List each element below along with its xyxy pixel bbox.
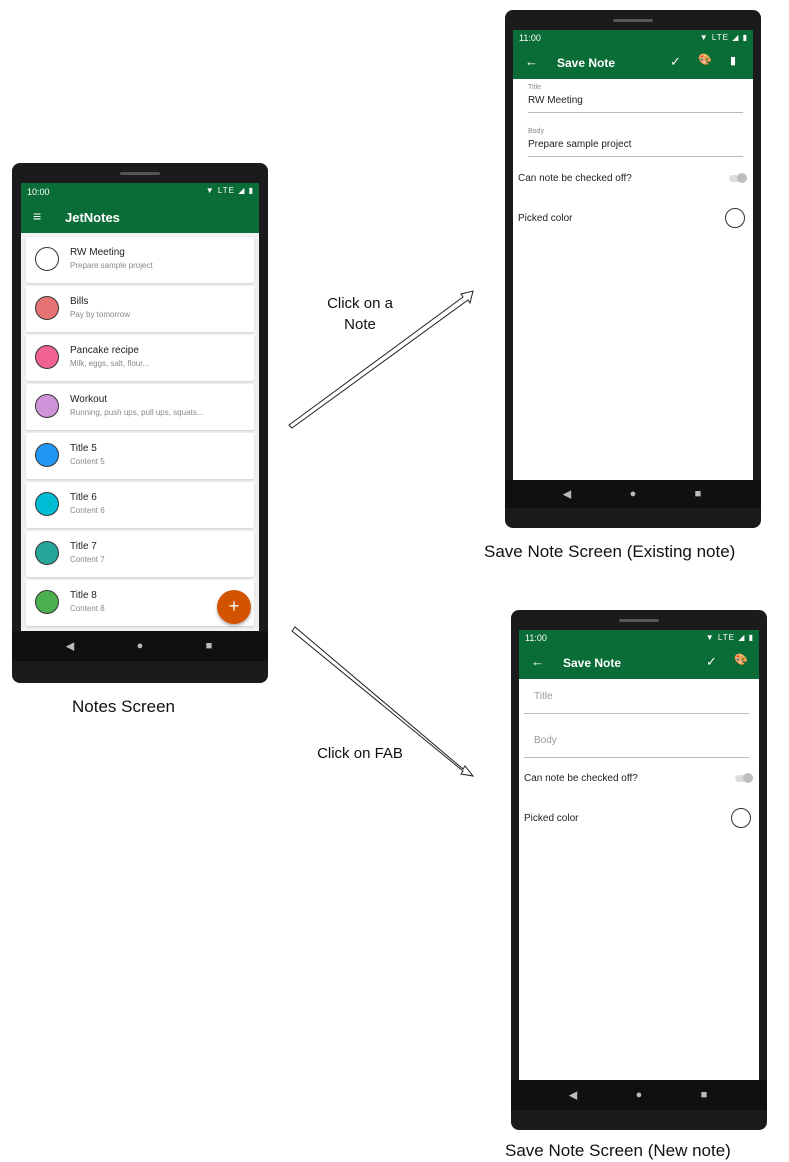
click-note-label: Click on a Note bbox=[310, 293, 410, 335]
click-fab-label: Click on FAB bbox=[317, 745, 403, 762]
flow-arrows bbox=[288, 290, 475, 777]
click-note-line-1: Click on a bbox=[327, 295, 393, 312]
click-note-line-2: Note bbox=[344, 316, 376, 333]
